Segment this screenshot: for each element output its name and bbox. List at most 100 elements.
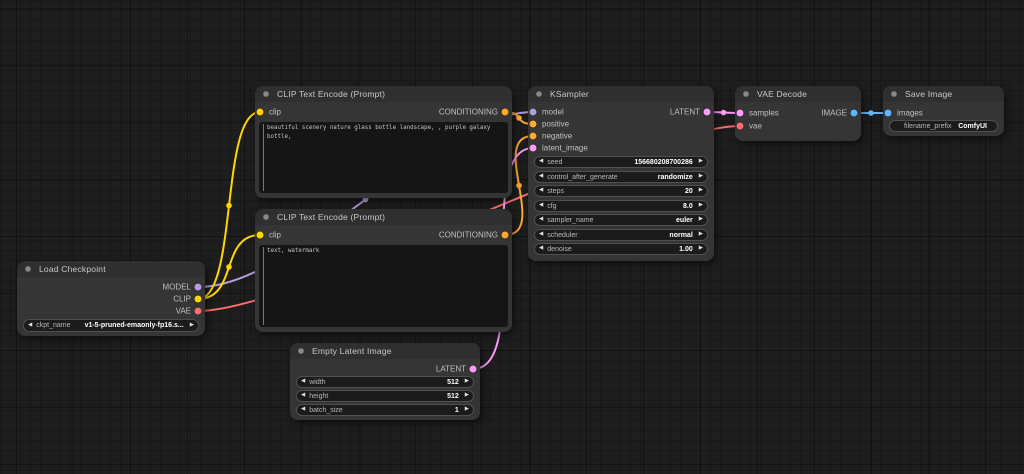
input-port-clip[interactable]	[256, 231, 264, 239]
decrement-arrow-icon[interactable]: ◀	[535, 246, 547, 252]
node-collapse-icon[interactable]	[298, 348, 304, 354]
node-save-image[interactable]: Save Image images filename_prefix ComfyUI	[883, 86, 1004, 136]
node-clip-text-encode-prompt[interactable]: CLIP Text Encode (Prompt) clip CONDITIONIN…	[255, 209, 512, 332]
decrement-arrow-icon[interactable]: ◀	[297, 379, 309, 385]
input-port-model[interactable]	[529, 108, 537, 116]
node-graph-canvas[interactable]: Load Checkpoint MODEL CLIP VAE ◀ ckpt_name v1-…	[0, 0, 1024, 474]
node-load-checkpoint[interactable]: Load Checkpoint MODEL CLIP VAE ◀ ckpt_name v1-…	[17, 261, 205, 336]
widget-value: 20	[684, 187, 693, 195]
node-empty-latent-image[interactable]: Empty Latent Image LATENT ◀ width 512 ▶ ◀ heigh…	[290, 343, 480, 420]
input-port-samples[interactable]	[736, 109, 744, 117]
input-port-negative[interactable]	[529, 132, 537, 140]
output-port-model[interactable]	[194, 283, 202, 291]
widget-cfg[interactable]: ◀ cfg 8.0 ▶	[534, 200, 708, 212]
widget-sampler-name[interactable]: ◀ sampler_name euler ▶	[534, 214, 708, 226]
node-vae-decode[interactable]: VAE Decode samples vae IMAGE	[735, 86, 861, 141]
input-label-samples: samples	[749, 108, 779, 118]
increment-arrow-icon[interactable]: ▶	[695, 232, 707, 238]
widget-steps[interactable]: ◀ steps 20 ▶	[534, 185, 708, 197]
node-title-bar[interactable]: Load Checkpoint	[17, 261, 205, 277]
widget-height[interactable]: ◀ height 512 ▶	[296, 390, 474, 402]
output-port-latent[interactable]	[703, 108, 711, 116]
widget-batch-size[interactable]: ◀ batch_size 1 ▶	[296, 404, 474, 416]
output-port-conditioning[interactable]	[501, 108, 509, 116]
widget-scheduler[interactable]: ◀ scheduler normal ▶	[534, 229, 708, 241]
node-title-bar[interactable]: Empty Latent Image	[290, 343, 480, 359]
node-collapse-icon[interactable]	[743, 91, 749, 97]
link-midpoint-dot	[226, 202, 232, 209]
node-title-bar[interactable]: KSampler	[528, 86, 714, 102]
decrement-arrow-icon[interactable]: ◀	[535, 188, 547, 194]
increment-arrow-icon[interactable]: ▶	[695, 217, 707, 223]
prompt-textarea[interactable]: text, watermark	[259, 245, 508, 327]
decrement-arrow-icon[interactable]: ◀	[535, 159, 547, 165]
increment-arrow-icon[interactable]: ▶	[461, 379, 473, 385]
node-title: Empty Latent Image	[312, 346, 392, 356]
input-port-latent-image[interactable]	[529, 144, 537, 152]
widget-denoise[interactable]: ◀ denoise 1.00 ▶	[534, 243, 708, 255]
decrement-arrow-icon[interactable]: ◀	[24, 322, 36, 329]
widget-value: ComfyUI	[958, 122, 987, 130]
input-label-clip: clip	[269, 230, 282, 240]
increment-arrow-icon[interactable]: ▶	[461, 393, 473, 399]
node-collapse-icon[interactable]	[263, 214, 269, 220]
widget-label: batch_size	[309, 406, 343, 414]
output-port-conditioning[interactable]	[501, 231, 509, 239]
input-port-clip[interactable]	[256, 108, 264, 116]
output-label-conditioning: CONDITIONING	[438, 230, 498, 240]
node-title: Save Image	[905, 89, 953, 99]
increment-arrow-icon[interactable]: ▶	[695, 203, 707, 209]
increment-arrow-icon[interactable]: ▶	[461, 407, 473, 413]
decrement-arrow-icon[interactable]: ◀	[297, 393, 309, 399]
widget-label: steps	[547, 187, 564, 195]
output-port-latent[interactable]	[469, 365, 477, 373]
widget-label: denoise	[547, 245, 572, 253]
widget-control-after-generate[interactable]: ◀ control_after_generate randomize ▶	[534, 171, 708, 183]
node-title-bar[interactable]: CLIP Text Encode (Prompt)	[255, 86, 512, 102]
decrement-arrow-icon[interactable]: ◀	[297, 407, 309, 413]
decrement-arrow-icon[interactable]: ◀	[535, 203, 547, 209]
node-collapse-icon[interactable]	[25, 266, 31, 272]
node-collapse-icon[interactable]	[263, 91, 269, 97]
prompt-textarea[interactable]: beautiful scenery nature glass bottle la…	[259, 122, 508, 193]
link-midpoint-dot	[720, 109, 727, 116]
output-label-model: MODEL	[162, 282, 191, 292]
increment-arrow-icon[interactable]: ▶	[695, 174, 707, 180]
increment-arrow-icon[interactable]: ▶	[695, 188, 707, 194]
widget-seed[interactable]: ◀ seed 156680208700286 ▶	[534, 156, 708, 168]
widget-filename-prefix[interactable]: filename_prefix ComfyUI	[889, 120, 998, 132]
node-title-bar[interactable]: VAE Decode	[735, 86, 861, 102]
widget-value: randomize	[657, 173, 693, 181]
output-label-latent: LATENT	[669, 107, 700, 117]
node-title-bar[interactable]: Save Image	[883, 86, 1004, 102]
input-label-positive: positive	[542, 119, 570, 129]
increment-arrow-icon[interactable]: ▶	[695, 246, 707, 252]
output-port-clip[interactable]	[194, 295, 202, 303]
decrement-arrow-icon[interactable]: ◀	[535, 232, 547, 238]
widget-label: filename_prefix	[904, 122, 952, 130]
node-clip-text-encode-prompt[interactable]: CLIP Text Encode (Prompt) clip CONDITIONIN…	[255, 86, 512, 198]
widget-label: seed	[547, 158, 563, 166]
input-label-model: model	[542, 107, 564, 117]
node-title: CLIP Text Encode (Prompt)	[277, 212, 386, 222]
increment-arrow-icon[interactable]: ▶	[695, 159, 707, 165]
widget-value: 512	[447, 392, 459, 400]
output-port-image[interactable]	[850, 109, 858, 117]
link-midpoint-dot	[868, 110, 874, 116]
decrement-arrow-icon[interactable]: ◀	[535, 174, 547, 180]
input-port-positive[interactable]	[529, 120, 537, 128]
node-title-bar[interactable]: CLIP Text Encode (Prompt)	[255, 209, 512, 225]
widget-ckpt-name[interactable]: ◀ ckpt_name v1-5-pruned-emaonly-fp16.s... ▶	[23, 319, 199, 332]
widget-width[interactable]: ◀ width 512 ▶	[296, 376, 474, 388]
increment-arrow-icon[interactable]: ▶	[186, 322, 198, 329]
widget-value: normal	[669, 231, 693, 239]
input-port-vae[interactable]	[736, 122, 744, 130]
output-port-vae[interactable]	[194, 307, 202, 315]
node-collapse-icon[interactable]	[891, 91, 897, 97]
node-ksampler[interactable]: KSampler model positive negative latent_imag…	[528, 86, 714, 261]
node-collapse-icon[interactable]	[536, 91, 542, 97]
widget-label: width	[309, 378, 326, 386]
decrement-arrow-icon[interactable]: ◀	[535, 217, 547, 223]
widget-label: cfg	[547, 202, 557, 210]
input-port-images[interactable]	[884, 109, 892, 117]
